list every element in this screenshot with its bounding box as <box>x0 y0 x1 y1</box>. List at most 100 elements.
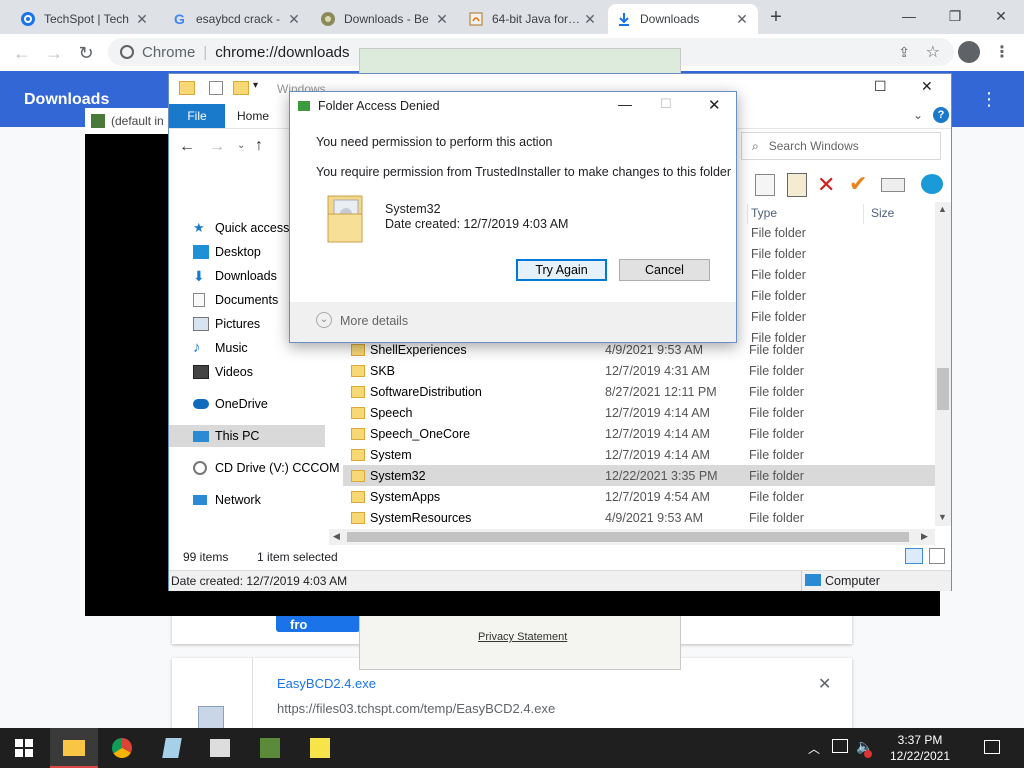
download-icon <box>616 11 632 27</box>
column-header-type[interactable]: Type <box>751 206 777 220</box>
system-clock[interactable]: 3:37 PM 12/22/2021 <box>878 732 962 764</box>
taskbar-chrome[interactable] <box>98 728 146 768</box>
table-row[interactable]: Speech_OneCore 12/7/2019 4:14 AM File fold… <box>343 423 935 444</box>
details-view-icon[interactable] <box>905 548 923 564</box>
delete-icon[interactable]: ✕ <box>817 172 835 198</box>
chevron-down-icon[interactable]: ⌄ <box>316 312 332 328</box>
more-details-toggle[interactable]: More details <box>340 314 408 328</box>
quick-access-dropdown-icon[interactable]: ▾ <box>253 80 258 91</box>
nav-network[interactable]: Network <box>193 489 261 511</box>
nav-this-pc[interactable]: This PC <box>169 425 325 447</box>
console-title: (default in <box>111 114 164 128</box>
try-again-button[interactable]: Try Again <box>516 259 607 281</box>
type-cell: File folder <box>751 226 806 240</box>
network-tray-icon[interactable] <box>832 739 848 753</box>
download-file-name[interactable]: EasyBCD2.4.exe <box>277 676 376 691</box>
scrollbar-thumb[interactable] <box>937 368 949 410</box>
maximize-icon[interactable]: ☐ <box>874 78 887 95</box>
scrollbar-thumb[interactable] <box>347 532 909 542</box>
tab-downloads-techspot[interactable]: Downloads - Be ✕ <box>312 4 458 34</box>
globe-icon[interactable] <box>921 174 943 194</box>
privacy-statement-link[interactable]: Privacy Statement <box>478 631 567 643</box>
rename-icon[interactable] <box>881 178 905 192</box>
scroll-down-icon[interactable]: ▼ <box>938 512 947 522</box>
start-button[interactable] <box>0 728 48 768</box>
status-selected-count: 1 item selected <box>257 550 338 564</box>
chevron-down-icon[interactable]: ⌄ <box>913 108 923 122</box>
close-window-button[interactable]: ✕ <box>978 0 1024 32</box>
horizontal-scrollbar[interactable]: ◀ ▶ <box>329 529 935 545</box>
nav-music[interactable]: ♪ Music <box>193 337 248 359</box>
table-row[interactable]: SoftwareDistribution 8/27/2021 12:11 PM Fi… <box>343 381 935 402</box>
techspot-site-icon <box>320 11 336 27</box>
help-icon[interactable]: ? <box>933 107 949 123</box>
restore-button[interactable]: ❐ <box>932 0 978 32</box>
search-box[interactable]: ⌕ Search Windows <box>741 132 941 160</box>
vertical-scrollbar[interactable]: ▲ ▼ <box>935 202 951 526</box>
copy-icon[interactable] <box>755 174 775 196</box>
nav-documents[interactable]: Documents <box>193 289 278 311</box>
new-tab-button[interactable]: + <box>764 6 788 28</box>
tab-downloads[interactable]: Downloads ✕ <box>608 4 758 34</box>
download-url[interactable]: https://files03.tchspt.com/temp/EasyBCD2… <box>277 701 555 716</box>
bookmark-star-icon[interactable]: ☆ <box>926 42 940 62</box>
tab-home[interactable]: Home <box>225 104 281 128</box>
table-row[interactable]: SystemResources 4/9/2021 9:53 AM File fold… <box>343 507 935 528</box>
table-row-selected[interactable]: System32 12/22/2021 3:35 PM File folder <box>343 465 935 486</box>
properties-icon[interactable] <box>209 81 223 95</box>
nav-desktop[interactable]: Desktop <box>193 241 261 263</box>
taskbar-file-explorer[interactable] <box>50 728 98 768</box>
taskbar-app-sticky-notes[interactable] <box>296 728 344 768</box>
taskbar-app-minecraft[interactable] <box>246 728 294 768</box>
close-icon[interactable]: ✕ <box>434 11 450 28</box>
close-icon[interactable]: ✕ <box>134 11 150 28</box>
table-row[interactable]: SKB 12/7/2019 4:31 AM File folder <box>343 360 935 381</box>
nav-pictures[interactable]: Pictures <box>193 313 260 335</box>
column-header-size[interactable]: Size <box>871 206 894 220</box>
minimize-icon[interactable]: — <box>618 96 632 112</box>
forward-arrow-icon[interactable]: → <box>209 138 225 156</box>
paste-icon[interactable] <box>787 173 807 197</box>
tab-techspot[interactable]: TechSpot | Tech ✕ <box>12 4 158 34</box>
large-icons-view-icon[interactable] <box>929 548 945 564</box>
scroll-right-icon[interactable]: ▶ <box>921 531 928 542</box>
up-arrow-icon[interactable]: ↑ <box>255 137 263 155</box>
nav-cd-drive[interactable]: CD Drive (V:) CCCOM <box>193 457 340 479</box>
close-icon[interactable]: ✕ <box>708 96 721 114</box>
back-arrow-icon[interactable]: ← <box>179 138 195 156</box>
cancel-button[interactable]: Cancel <box>619 259 710 281</box>
reload-button[interactable]: ↻ <box>74 41 98 65</box>
table-row[interactable]: Speech 12/7/2019 4:14 AM File folder <box>343 402 935 423</box>
taskbar-app-blocks[interactable] <box>196 728 244 768</box>
tab-google-search[interactable]: G esaybcd crack - ✕ <box>164 4 310 34</box>
scroll-left-icon[interactable]: ◀ <box>333 531 340 542</box>
share-icon[interactable]: ⇪ <box>898 44 910 61</box>
close-icon[interactable]: ✕ <box>734 11 750 28</box>
nav-quick-access[interactable]: ★ Quick access <box>193 217 289 239</box>
downloads-menu-icon[interactable]: ⋮ <box>980 89 998 110</box>
folder-icon <box>351 448 365 461</box>
close-icon[interactable]: ✕ <box>582 11 598 28</box>
nav-videos[interactable]: Videos <box>193 361 253 383</box>
scroll-up-icon[interactable]: ▲ <box>938 204 947 214</box>
table-row[interactable]: System 12/7/2019 4:14 AM File folder <box>343 444 935 465</box>
recent-locations-icon[interactable]: ⌄ <box>237 140 245 151</box>
forward-button[interactable]: → <box>42 41 66 65</box>
remove-download-icon[interactable]: ✕ <box>818 674 831 694</box>
minimize-button[interactable]: — <box>886 0 932 32</box>
check-icon[interactable]: ✔ <box>849 171 867 197</box>
tab-java[interactable]: 64-bit Java for W ✕ <box>460 4 606 34</box>
action-center-icon[interactable] <box>984 740 1000 754</box>
close-icon[interactable]: ✕ <box>286 11 302 28</box>
close-icon[interactable]: ✕ <box>921 78 933 95</box>
taskbar-app-notepad[interactable] <box>148 728 196 768</box>
table-row[interactable]: SystemApps 12/7/2019 4:54 AM File folder <box>343 486 935 507</box>
chrome-menu-icon[interactable]: ⋮ <box>994 42 1010 62</box>
show-hidden-icons-icon[interactable]: ︿ <box>808 740 820 757</box>
back-button[interactable]: ← <box>10 41 34 65</box>
new-folder-icon[interactable] <box>233 81 249 95</box>
nav-downloads[interactable]: ⬇ Downloads <box>193 265 277 287</box>
nav-onedrive[interactable]: OneDrive <box>193 393 268 415</box>
tab-file[interactable]: File <box>169 104 225 128</box>
profile-avatar[interactable] <box>958 41 980 63</box>
